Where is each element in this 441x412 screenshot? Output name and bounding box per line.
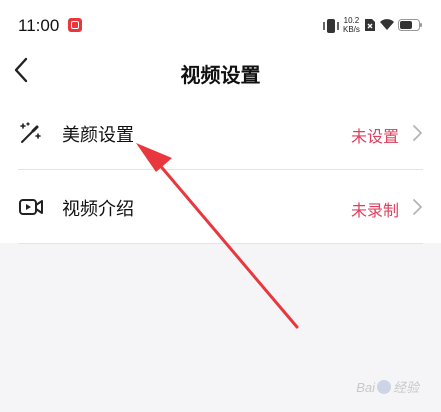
settings-row-beauty[interactable]: 美颜设置 未设置 [0,96,441,170]
app-notification-icon [68,18,82,32]
row-divider [18,243,423,244]
watermark-text-left: Bai [356,380,375,395]
network-speed-unit: KB/s [343,25,360,34]
page-header: 视频设置 [0,52,441,92]
settings-row-label: 视频介绍 [62,199,134,220]
magic-wand-icon [20,122,41,143]
network-speed-value: 10.2 [343,16,360,25]
chevron-right-icon [413,199,422,215]
wifi-icon [380,19,394,30]
network-speed: 10.2 KB/s [343,16,360,34]
baidu-paw-icon [376,380,391,394]
page-title: 视频设置 [180,63,261,87]
settings-row-video-intro[interactable]: 视频介绍 未录制 [0,170,441,244]
status-time: 11:00 [18,16,60,35]
settings-row-value: 未设置 [350,127,399,146]
settings-row-label: 美颜设置 [62,125,134,146]
status-bar: 11:00 10.2 KB/s [0,0,441,50]
baidu-watermark: Bai 经验 [356,377,419,396]
no-sim-icon [365,19,375,31]
settings-row-value: 未录制 [350,201,399,220]
video-camera-icon [19,199,43,215]
battery-icon [398,19,422,31]
watermark-text-right: 经验 [392,380,419,395]
vibrate-icon [323,19,339,33]
chevron-right-icon [413,125,422,141]
